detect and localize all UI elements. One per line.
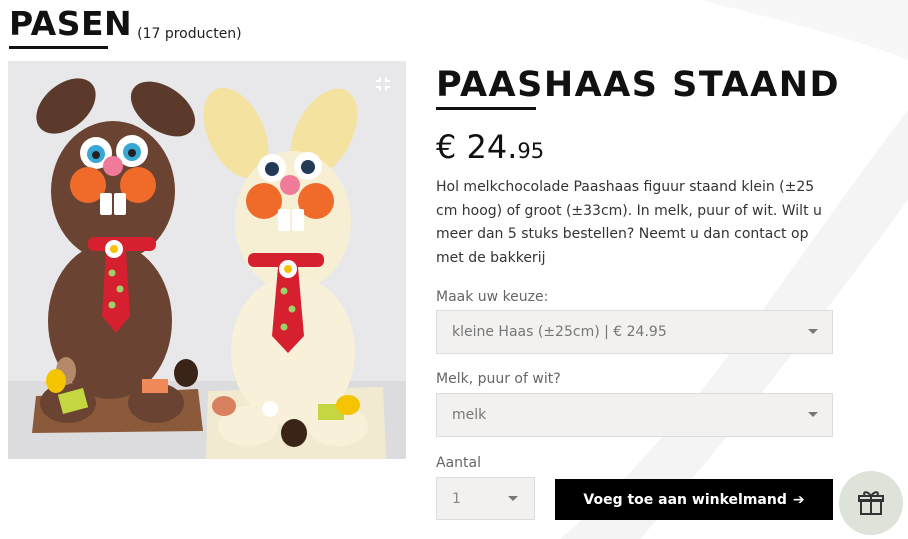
chevron-down-icon (808, 412, 818, 417)
product-image[interactable] (8, 61, 406, 459)
quantity-value: 1 (452, 490, 461, 507)
price-cents: 95 (517, 139, 545, 163)
category-header: PASEN (17 producten) (9, 4, 242, 44)
product-price: € 24.95 (436, 128, 544, 166)
category-underline (9, 46, 108, 49)
quantity-select[interactable]: 1 (436, 477, 535, 520)
expand-icon[interactable] (374, 75, 392, 93)
add-to-cart-button[interactable]: Voeg toe aan winkelmand ➔ (555, 479, 833, 520)
title-underline (436, 107, 536, 110)
chevron-down-icon (508, 496, 518, 501)
category-title: PASEN (9, 4, 133, 43)
size-select[interactable]: kleine Haas (±25cm) | € 24.95 (436, 310, 833, 354)
price-main: € 24. (436, 128, 518, 166)
arrow-right-icon: ➔ (792, 491, 805, 508)
type-label: Melk, puur of wit? (436, 371, 561, 387)
gift-button[interactable] (839, 471, 903, 535)
type-select[interactable]: melk (436, 393, 833, 437)
size-select-value: kleine Haas (±25cm) | € 24.95 (452, 324, 667, 340)
product-description: Hol melkchocolade Paashaas figuur staand… (436, 179, 822, 266)
quantity-label: Aantal (436, 455, 481, 471)
easter-bunny-illustration (8, 61, 406, 459)
product-count: (17 producten) (137, 26, 242, 42)
gift-icon (858, 491, 884, 515)
type-select-value: melk (452, 407, 487, 423)
choice-label: Maak uw keuze: (436, 289, 549, 305)
add-to-cart-label: Voeg toe aan winkelmand (583, 491, 787, 508)
product-title: PAASHAAS STAAND (436, 65, 841, 105)
chevron-down-icon (808, 329, 818, 334)
